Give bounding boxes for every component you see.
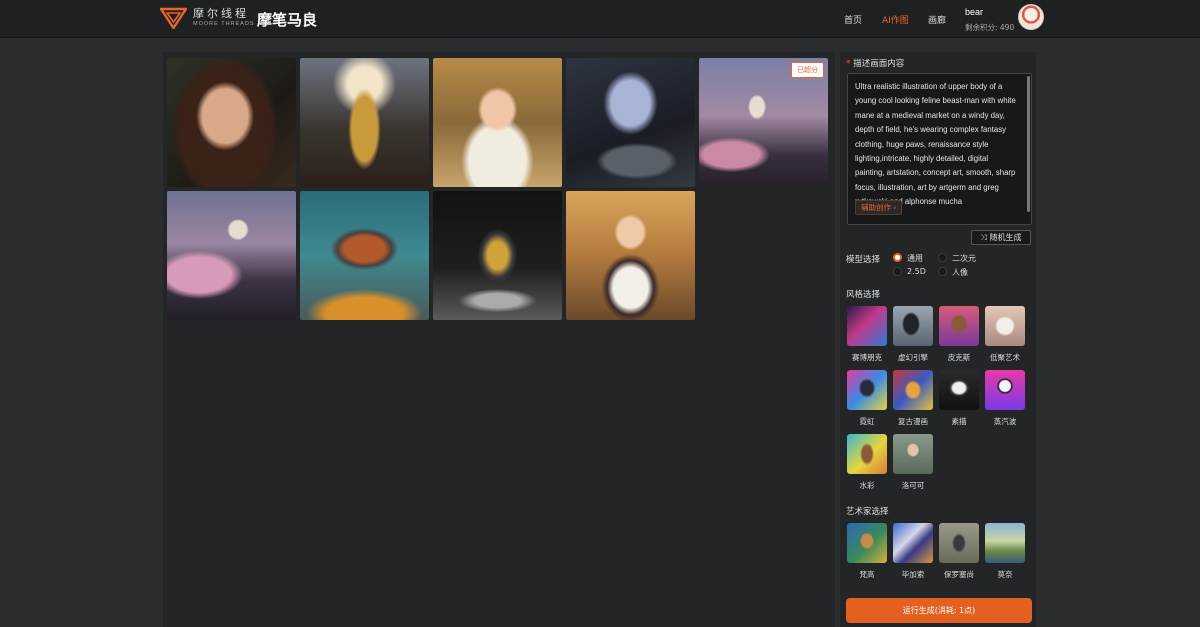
model-radio-general[interactable] <box>893 253 902 262</box>
gallery-image[interactable] <box>300 58 429 187</box>
style-label-pixar[interactable]: 皮克斯 <box>937 352 981 363</box>
gallery-image[interactable] <box>433 191 562 320</box>
gallery-image[interactable] <box>566 58 695 187</box>
nav-ai-draw[interactable]: AI作图 <box>882 13 909 26</box>
model-option-2-5d[interactable]: 2.5D <box>907 267 926 276</box>
gallery-image[interactable] <box>433 58 562 187</box>
artist-card-picasso[interactable] <box>893 523 933 563</box>
style-label-sketch[interactable]: 素描 <box>937 416 981 427</box>
style-card-sketch[interactable] <box>939 370 979 410</box>
model-option-portrait[interactable]: 人像 <box>952 267 968 278</box>
gallery-image[interactable] <box>300 191 429 320</box>
artist-card-monet[interactable] <box>985 523 1025 563</box>
prompt-scrollbar[interactable] <box>1027 76 1030 212</box>
run-generate-button[interactable]: 运行生成(消耗: 1点) <box>846 598 1032 623</box>
user-name[interactable]: bear <box>965 7 983 17</box>
style-label-cyberpunk[interactable]: 赛博朋克 <box>845 352 889 363</box>
gallery-image[interactable]: 已超分 <box>699 58 828 187</box>
artist-card-van-gogh[interactable] <box>847 523 887 563</box>
style-card-cyberpunk[interactable] <box>847 306 887 346</box>
prompt-label: * 描述画面内容 <box>846 59 905 69</box>
gallery-image[interactable] <box>167 58 296 187</box>
gallery-image[interactable] <box>167 191 296 320</box>
style-label-retro-comic[interactable]: 复古漫画 <box>891 416 935 427</box>
artist-label-van-gogh[interactable]: 梵高 <box>845 569 889 580</box>
model-label: 模型选择 <box>846 255 881 265</box>
upscaled-badge: 已超分 <box>791 62 824 78</box>
model-option-general[interactable]: 通用 <box>907 253 923 264</box>
style-card-vaporwave[interactable] <box>985 370 1025 410</box>
style-label-low-poly[interactable]: 低聚艺术 <box>983 352 1027 363</box>
style-label: 风格选择 <box>846 290 881 300</box>
style-card-low-poly[interactable] <box>985 306 1025 346</box>
style-card-neon[interactable] <box>847 370 887 410</box>
style-label-rococo[interactable]: 洛可可 <box>891 480 935 491</box>
model-radio-2-5d[interactable] <box>893 267 902 276</box>
avatar[interactable] <box>1018 4 1044 30</box>
moore-threads-logo-icon <box>160 7 187 29</box>
artist-label-cezanne[interactable]: 保罗塞尚 <box>937 569 981 580</box>
brand-name-cn: 摩尔线程 <box>193 7 249 20</box>
shuffle-icon: ⤨ <box>980 233 987 242</box>
style-card-watercolor[interactable] <box>847 434 887 474</box>
credits-remaining: 剩余积分: 490 <box>965 23 1015 32</box>
brand[interactable]: 摩尔线程 MOORE THREADS <box>193 8 255 28</box>
artist-card-cezanne[interactable] <box>939 523 979 563</box>
image-gallery: 已超分 <box>163 52 835 627</box>
style-label-neon[interactable]: 霓虹 <box>845 416 889 427</box>
artist-label: 艺术家选择 <box>846 507 889 517</box>
nav-home[interactable]: 首页 <box>844 13 862 26</box>
style-card-retro-comic[interactable] <box>893 370 933 410</box>
style-label-unreal-engine[interactable]: 虚幻引擎 <box>891 352 935 363</box>
nav-gallery[interactable]: 画廊 <box>928 13 946 26</box>
model-radio-anime[interactable] <box>938 253 947 262</box>
gallery-image[interactable] <box>566 191 695 320</box>
model-option-anime[interactable]: 二次元 <box>952 253 976 264</box>
app-title: 摩笔马良 <box>257 11 318 29</box>
chevron-right-icon: › <box>893 203 897 212</box>
brand-name-en: MOORE THREADS <box>193 21 255 27</box>
model-radio-portrait[interactable] <box>938 267 947 276</box>
random-generate-button[interactable]: ⤨ 随机生成 <box>971 230 1031 245</box>
artist-label-monet[interactable]: 莫奈 <box>983 569 1027 580</box>
style-label-watercolor[interactable]: 水彩 <box>845 480 889 491</box>
artist-label-picasso[interactable]: 毕加索 <box>891 569 935 580</box>
style-card-pixar[interactable] <box>939 306 979 346</box>
assist-create-button[interactable]: 辅助创作 › <box>855 200 903 215</box>
style-label-vaporwave[interactable]: 蒸汽波 <box>983 416 1027 427</box>
style-card-rococo[interactable] <box>893 434 933 474</box>
style-card-unreal-engine[interactable] <box>893 306 933 346</box>
